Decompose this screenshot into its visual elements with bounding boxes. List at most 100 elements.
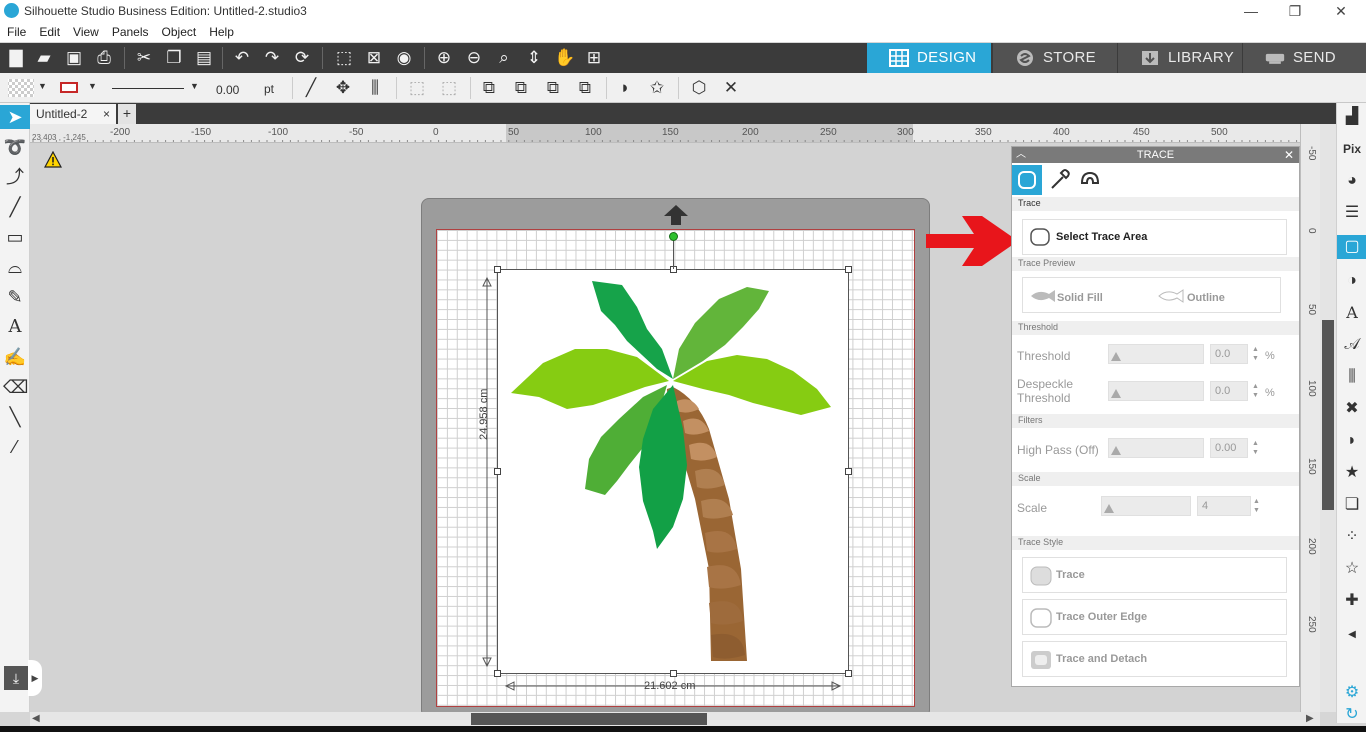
line-style-icon[interactable]: ☰ <box>1340 201 1364 225</box>
open-folder-icon[interactable]: ▰ <box>34 48 54 68</box>
scale-input[interactable]: 4 <box>1197 496 1251 516</box>
menu-file[interactable]: File <box>0 22 32 39</box>
tab-design[interactable]: DESIGN <box>867 43 991 73</box>
line-color-chevron-icon[interactable]: ▼ <box>88 81 97 91</box>
text-to-path-icon[interactable]: 𝒜 <box>1340 333 1364 357</box>
line-tool-icon[interactable]: ╱ <box>300 78 322 98</box>
trace-button[interactable]: Trace <box>1022 557 1287 593</box>
modify-panel-icon[interactable]: ◗ <box>1340 429 1364 453</box>
vertical-scrollbar[interactable] <box>1320 124 1336 712</box>
replicate-icon[interactable]: ❏ <box>1340 493 1364 517</box>
sync-icon[interactable]: ↻ <box>1340 703 1364 727</box>
threshold-spinner-icon[interactable]: ▲ ▼ <box>1252 345 1259 363</box>
text-style-icon[interactable]: A <box>1340 301 1364 325</box>
polygon-icon[interactable]: ⌓ <box>3 255 27 279</box>
select-by-color-icon[interactable]: ◉ <box>394 48 414 68</box>
pan-hand-icon[interactable]: ✋ <box>554 48 575 68</box>
close-panel-icon[interactable]: ✕ <box>1284 147 1294 163</box>
pixscan-icon[interactable]: Pix <box>1340 137 1364 161</box>
line-draw-icon[interactable]: ╱ <box>3 195 27 219</box>
select-arrow-icon[interactable]: ➤ <box>0 105 30 129</box>
3d-box-icon[interactable]: ⬡ <box>688 78 710 98</box>
line-style-chevron-icon[interactable]: ▼ <box>190 81 199 91</box>
send-to-back-icon[interactable]: ⧉ <box>574 78 596 98</box>
menu-help[interactable]: Help <box>202 22 240 39</box>
redo-icon[interactable]: ↷ <box>262 48 282 68</box>
undo-icon[interactable]: ↶ <box>232 48 252 68</box>
resize-handle-b[interactable] <box>670 670 677 677</box>
zoom-selection-icon[interactable]: ⌕ <box>494 48 514 68</box>
selection-box[interactable] <box>494 266 852 677</box>
resize-handle-br[interactable] <box>845 670 852 677</box>
horizontal-scrollbar[interactable]: ◀ ▶ <box>30 712 1320 726</box>
document-tab[interactable]: Untitled-2 × <box>30 104 116 124</box>
resize-handle-tl[interactable] <box>494 266 501 273</box>
puzzle-icon[interactable]: ✚ <box>1340 589 1364 613</box>
add-tab-button[interactable]: + <box>118 104 136 124</box>
minimize-button[interactable]: — <box>1228 0 1274 22</box>
page-setup-icon[interactable]: ▟ <box>1340 105 1364 129</box>
threshold-input[interactable]: 0.0 <box>1210 344 1248 364</box>
ungroup-icon[interactable]: ⬚ <box>438 78 460 98</box>
horizontal-scroll-thumb[interactable] <box>471 713 707 725</box>
eyedropper-icon[interactable]: ⁄ <box>3 435 27 459</box>
save-icon[interactable]: ▣ <box>64 48 84 68</box>
bring-to-front-icon[interactable]: ⧉ <box>478 78 500 98</box>
outline-option[interactable]: Outline <box>1187 292 1225 304</box>
high-pass-slider[interactable] <box>1108 438 1204 458</box>
modify-shapes-icon[interactable]: ◗ <box>614 78 636 98</box>
menu-panels[interactable]: Panels <box>105 22 155 39</box>
move-icon[interactable]: ✥ <box>332 78 354 98</box>
settings-gear-icon[interactable]: ⚙ <box>1340 681 1364 705</box>
high-pass-spinner-icon[interactable]: ▲ ▼ <box>1252 439 1259 457</box>
sketch-icon[interactable]: ✍ <box>3 345 27 369</box>
nesting-star-icon[interactable]: ☆ <box>1340 557 1364 581</box>
resize-handle-r[interactable] <box>845 468 852 475</box>
tab-library[interactable]: LIBRARY <box>1118 43 1242 73</box>
despeckle-input[interactable]: 0.0 <box>1210 381 1248 401</box>
menu-edit[interactable]: Edit <box>32 22 66 39</box>
restore-button[interactable]: ❐ <box>1272 0 1318 22</box>
solid-fill-option[interactable]: Solid Fill <box>1057 292 1103 304</box>
rhinestone-icon[interactable]: ⁘ <box>1340 525 1364 549</box>
close-window-button[interactable]: ✕ <box>1318 0 1364 22</box>
paste-icon[interactable]: ▤ <box>194 48 214 68</box>
copy-icon[interactable]: ❐ <box>164 48 184 68</box>
cut-icon[interactable]: ✂ <box>134 48 154 68</box>
print-icon[interactable]: ⎙ <box>94 48 114 68</box>
resize-handle-bl[interactable] <box>494 670 501 677</box>
threshold-slider[interactable] <box>1108 344 1204 364</box>
select-all-icon[interactable]: ⬚ <box>334 48 354 68</box>
fill-pattern-swatch[interactable] <box>8 79 34 97</box>
fit-to-window-icon[interactable]: ⊞ <box>584 48 604 68</box>
despeckle-slider[interactable] <box>1108 381 1204 401</box>
line-style-preview[interactable] <box>112 88 184 89</box>
align-icon[interactable]: ⫼ <box>364 78 386 98</box>
vertical-scroll-thumb[interactable] <box>1322 320 1334 510</box>
tab-store[interactable]: STORE <box>993 43 1117 73</box>
transparency-icon[interactable]: ◑ <box>1340 269 1364 293</box>
trace-and-detach-button[interactable]: Trace and Detach <box>1022 641 1287 677</box>
tab-send[interactable]: SEND <box>1243 43 1366 73</box>
group-icon[interactable]: ⬚ <box>406 78 428 98</box>
magnet-tab-icon[interactable] <box>1074 165 1104 195</box>
bring-forward-icon[interactable]: ⧉ <box>510 78 532 98</box>
line-width-input[interactable]: 0.00 <box>212 81 252 98</box>
delete-x-icon[interactable]: ✕ <box>720 78 742 98</box>
pencil-icon[interactable]: ✎ <box>3 285 27 309</box>
fill-palette-icon[interactable]: ◕ <box>1340 169 1364 193</box>
text-tool-icon[interactable]: A <box>3 315 27 339</box>
offset-star-icon[interactable]: ★ <box>1340 461 1364 485</box>
transform-icon[interactable]: ✖ <box>1340 397 1364 421</box>
rotate-handle[interactable] <box>669 232 678 241</box>
warning-icon[interactable] <box>44 151 62 169</box>
expand-library-icon[interactable]: ▶ <box>28 660 42 696</box>
send-backward-icon[interactable]: ⧉ <box>542 78 564 98</box>
close-tab-icon[interactable]: × <box>103 107 110 121</box>
menu-view[interactable]: View <box>66 22 105 39</box>
zoom-in-icon[interactable]: ⊕ <box>434 48 454 68</box>
redraw-icon[interactable]: ⟳ <box>292 48 312 68</box>
new-file-icon[interactable]: ▇ <box>6 48 26 68</box>
menu-object[interactable]: Object <box>155 22 203 39</box>
lasso-icon[interactable]: ➰ <box>3 135 27 159</box>
